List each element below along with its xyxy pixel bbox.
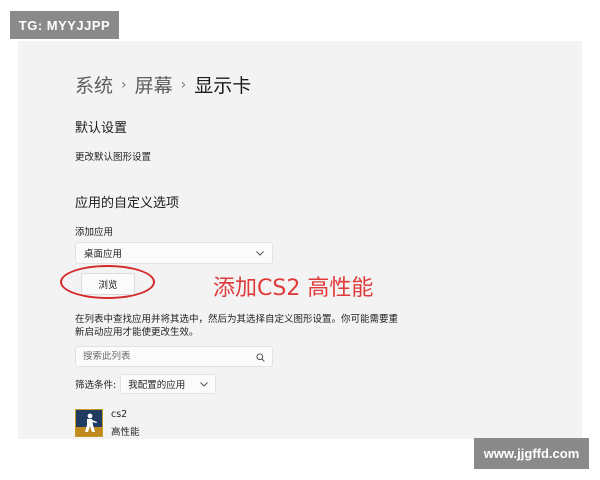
add-app-label: 添加应用 [75, 227, 114, 238]
filter-value: 我配置的应用 [128, 380, 186, 391]
chevron-down-icon [256, 249, 264, 258]
browse-button[interactable]: 浏览 [81, 273, 135, 295]
watermark-top: TG: MYYJJPP [10, 11, 119, 39]
chevron-down-icon [200, 380, 209, 389]
app-performance: 高性能 [111, 427, 140, 438]
breadcrumb: 系统 › 屏幕 › 显示卡 [75, 71, 251, 98]
custom-options-heading: 应用的自定义选项 [75, 196, 180, 211]
breadcrumb-item-display[interactable]: 屏幕 [135, 71, 173, 98]
app-name[interactable]: cs2 [111, 409, 127, 420]
filter-label: 筛选条件: [75, 380, 117, 391]
cs2-game-icon [75, 409, 103, 437]
instructions-text: 在列表中查找应用并将其选中，然后为其选择自定义图形设置。你可能需要重新启动应用才… [75, 314, 399, 338]
search-input[interactable] [83, 351, 243, 362]
search-icon [256, 347, 265, 366]
filter-row: 筛选条件: 我配置的应用 [75, 374, 217, 394]
chevron-right-icon: › [121, 76, 127, 93]
breadcrumb-item-system[interactable]: 系统 [75, 71, 113, 98]
annotation-text: 添加CS2 高性能 [213, 276, 374, 301]
search-box[interactable] [75, 346, 273, 367]
watermark-bottom: www.jjgffd.com [474, 438, 589, 469]
filter-dropdown[interactable]: 我配置的应用 [120, 374, 217, 394]
chevron-right-icon: › [180, 76, 187, 93]
change-default-graphics-link[interactable]: 更改默认图形设置 [75, 149, 151, 163]
default-settings-heading: 默认设置 [75, 121, 128, 136]
app-type-value: 桌面应用 [84, 249, 123, 260]
page-title: 显示卡 [194, 75, 252, 97]
app-type-dropdown[interactable]: 桌面应用 [75, 242, 273, 264]
graphics-settings-panel: 系统 › 屏幕 › 显示卡 默认设置 更改默认图形设置 应用的自定义选项 添加应… [18, 41, 582, 439]
